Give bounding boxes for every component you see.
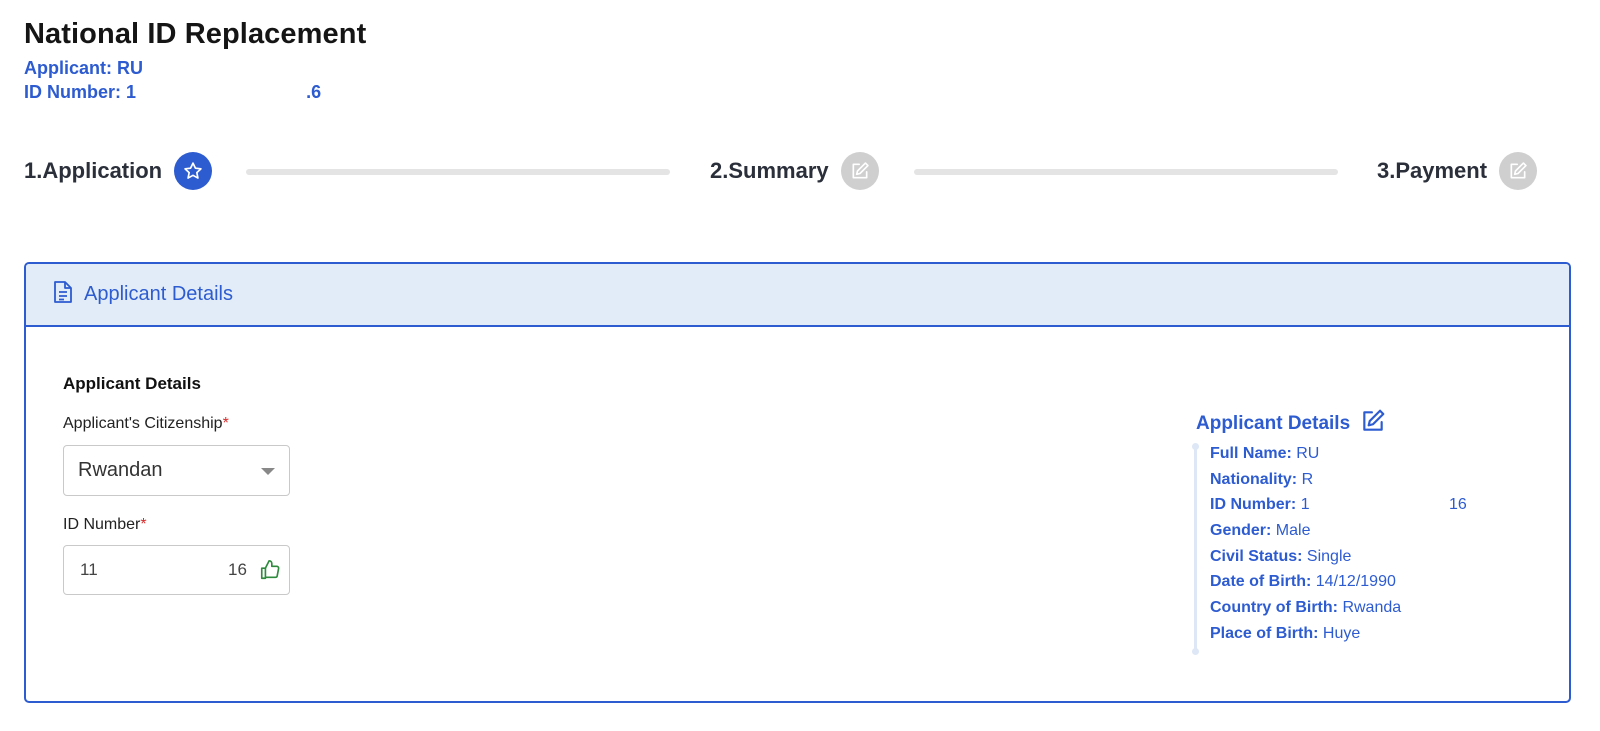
id-number-input-value-start: 11 [80, 560, 98, 579]
detail-country-of-birth: Country of Birth: Rwanda [1210, 595, 1401, 621]
details-title: Applicant Details [1196, 408, 1386, 440]
id-number-label-text: ID Number [63, 516, 141, 533]
applicant-label: Applicant: [24, 58, 112, 78]
detail-gender: Gender: Male [1210, 518, 1401, 544]
page-title: National ID Replacement [24, 18, 367, 50]
id-number-value-end: .6 [306, 82, 322, 102]
details-list: Full Name: RU Nationality: R ID Number: … [1210, 441, 1467, 647]
detail-civil-status: Civil Status: Single [1210, 544, 1401, 570]
detail-value-end: 16 [1449, 496, 1467, 514]
edit-icon [840, 152, 879, 190]
id-number-field-label: ID Number* [63, 516, 147, 534]
detail-date-of-birth: Date of Birth: 14/12/1990 [1210, 569, 1401, 595]
step-connector [246, 169, 670, 175]
detail-value: Huye [1322, 624, 1361, 642]
applicant-value: RU [117, 58, 144, 78]
applicant-details-card: Applicant Details Applicant Details Appl… [24, 262, 1571, 703]
details-title-text: Applicant Details [1196, 413, 1351, 434]
detail-full-name: Full Name: RU [1210, 441, 1401, 467]
document-icon [52, 280, 74, 309]
step-label: 1.Application [24, 158, 163, 183]
progress-stepper: 1.Application 2.Summary 3.Payment [24, 152, 1574, 192]
step-label: 2.Summary [710, 158, 829, 183]
card-header: Applicant Details [26, 264, 1569, 327]
details-timeline-rail [1192, 443, 1199, 655]
required-mark: * [222, 415, 229, 432]
id-number-line: ID Number: 1 .6 [24, 82, 321, 103]
detail-label: Date of Birth: [1210, 573, 1312, 591]
required-mark: * [140, 516, 147, 533]
detail-label: Country of Birth: [1210, 599, 1338, 617]
detail-label: Full Name: [1210, 445, 1292, 462]
detail-value: Male [1275, 522, 1311, 540]
citizenship-value: Rwandan [78, 459, 163, 481]
detail-id-number: ID Number: 1 16 [1210, 492, 1467, 518]
detail-label: Nationality: [1210, 470, 1298, 488]
citizenship-select[interactable]: Rwandan [63, 445, 290, 496]
step-application[interactable]: 1.Application [24, 152, 213, 190]
section-title: Applicant Details [63, 374, 201, 393]
id-number-input[interactable]: 11 16 [63, 545, 290, 595]
detail-value: Single [1306, 547, 1352, 565]
id-number-value-start: 1 [126, 82, 137, 102]
citizenship-label-text: Applicant's Citizenship [63, 415, 223, 432]
step-payment[interactable]: 3.Payment [1377, 152, 1538, 190]
detail-place-of-birth: Place of Birth: Huye [1210, 621, 1401, 647]
edit-icon [1499, 152, 1538, 190]
step-summary[interactable]: 2.Summary [710, 152, 879, 190]
detail-nationality: Nationality: R [1210, 467, 1401, 493]
detail-value: 14/12/1990 [1315, 573, 1396, 591]
detail-label: Place of Birth: [1210, 624, 1319, 642]
detail-value: RU [1296, 445, 1320, 462]
step-label: 3.Payment [1377, 158, 1488, 183]
detail-label: Civil Status: [1210, 547, 1303, 565]
star-icon [174, 152, 213, 190]
detail-label: ID Number: [1210, 496, 1297, 514]
detail-value: R [1301, 470, 1314, 488]
detail-value: Rwanda [1342, 599, 1402, 617]
card-header-title: Applicant Details [84, 283, 233, 305]
chevron-down-icon [261, 468, 275, 475]
id-number-input-value-end: 16 [228, 560, 247, 579]
applicant-line: Applicant: RU [24, 58, 143, 79]
edit-icon[interactable] [1360, 408, 1386, 440]
detail-value: 1 [1300, 496, 1310, 514]
id-number-label: ID Number: [24, 82, 122, 102]
detail-label: Gender: [1210, 522, 1272, 540]
thumbs-up-icon [259, 559, 281, 586]
citizenship-label: Applicant's Citizenship* [63, 415, 229, 433]
step-connector [914, 169, 1338, 175]
